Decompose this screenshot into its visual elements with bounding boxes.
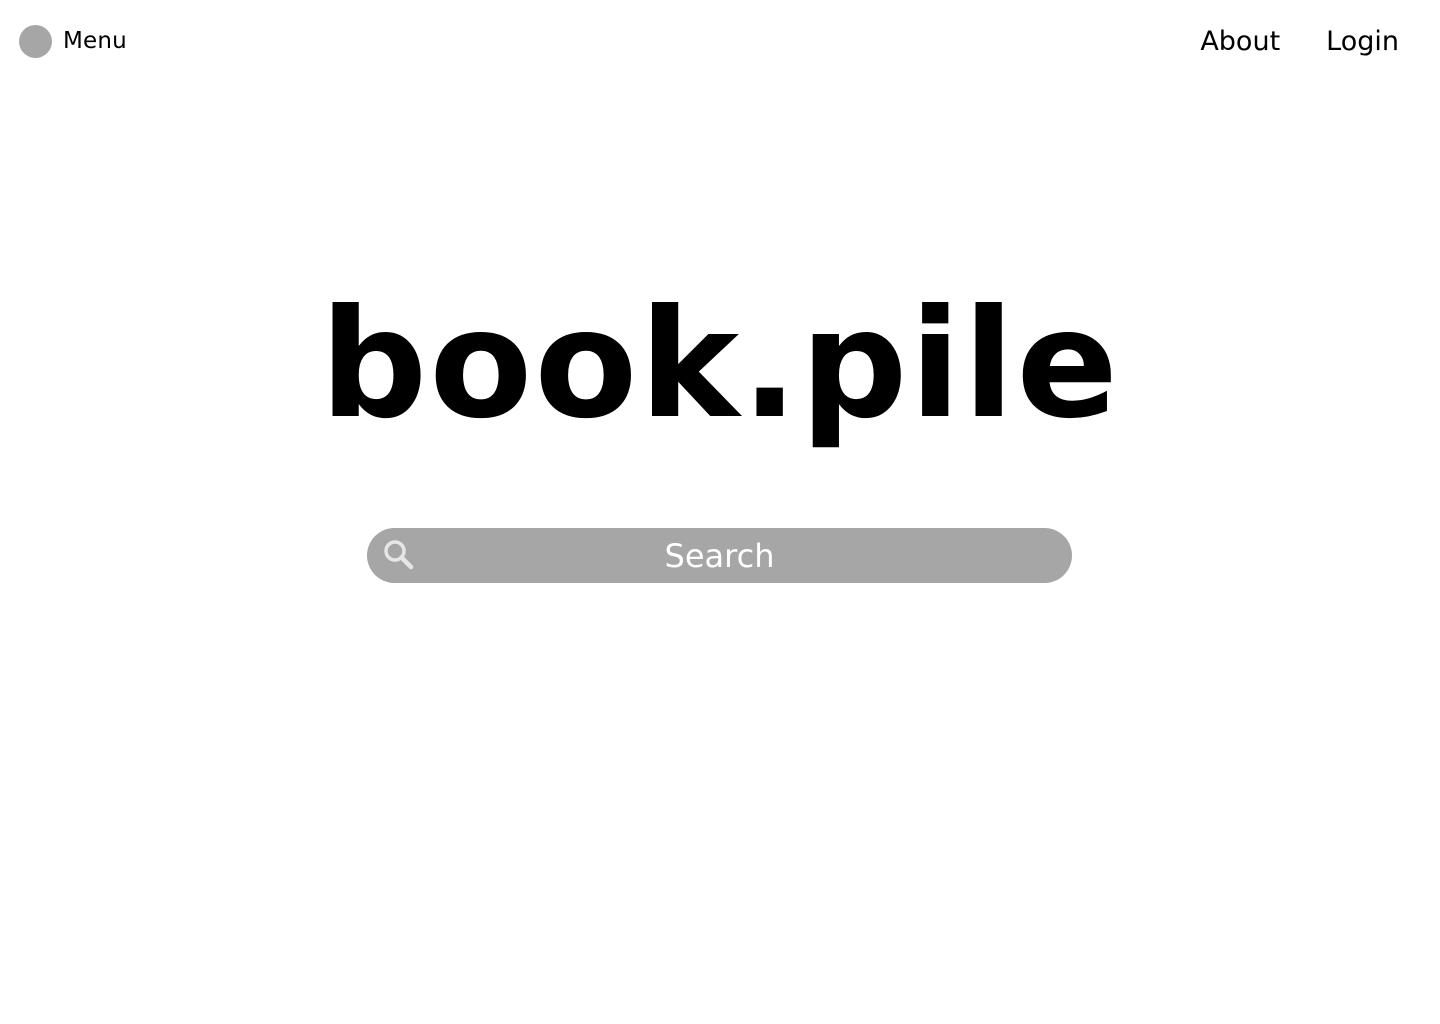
about-link[interactable]: About bbox=[1200, 28, 1280, 55]
page: Menu About Login book.pile bbox=[0, 0, 1440, 1024]
circle-menu-icon[interactable] bbox=[19, 24, 52, 58]
login-link[interactable]: Login bbox=[1326, 28, 1399, 55]
search-input[interactable] bbox=[367, 528, 1072, 583]
menu-label: Menu bbox=[63, 27, 127, 54]
menu-button[interactable]: Menu bbox=[19, 24, 127, 58]
site-logo: book.pile bbox=[319, 278, 1121, 452]
search-bar[interactable] bbox=[367, 528, 1072, 583]
top-nav: About Login bbox=[1200, 22, 1399, 60]
search-icon[interactable] bbox=[382, 538, 416, 572]
